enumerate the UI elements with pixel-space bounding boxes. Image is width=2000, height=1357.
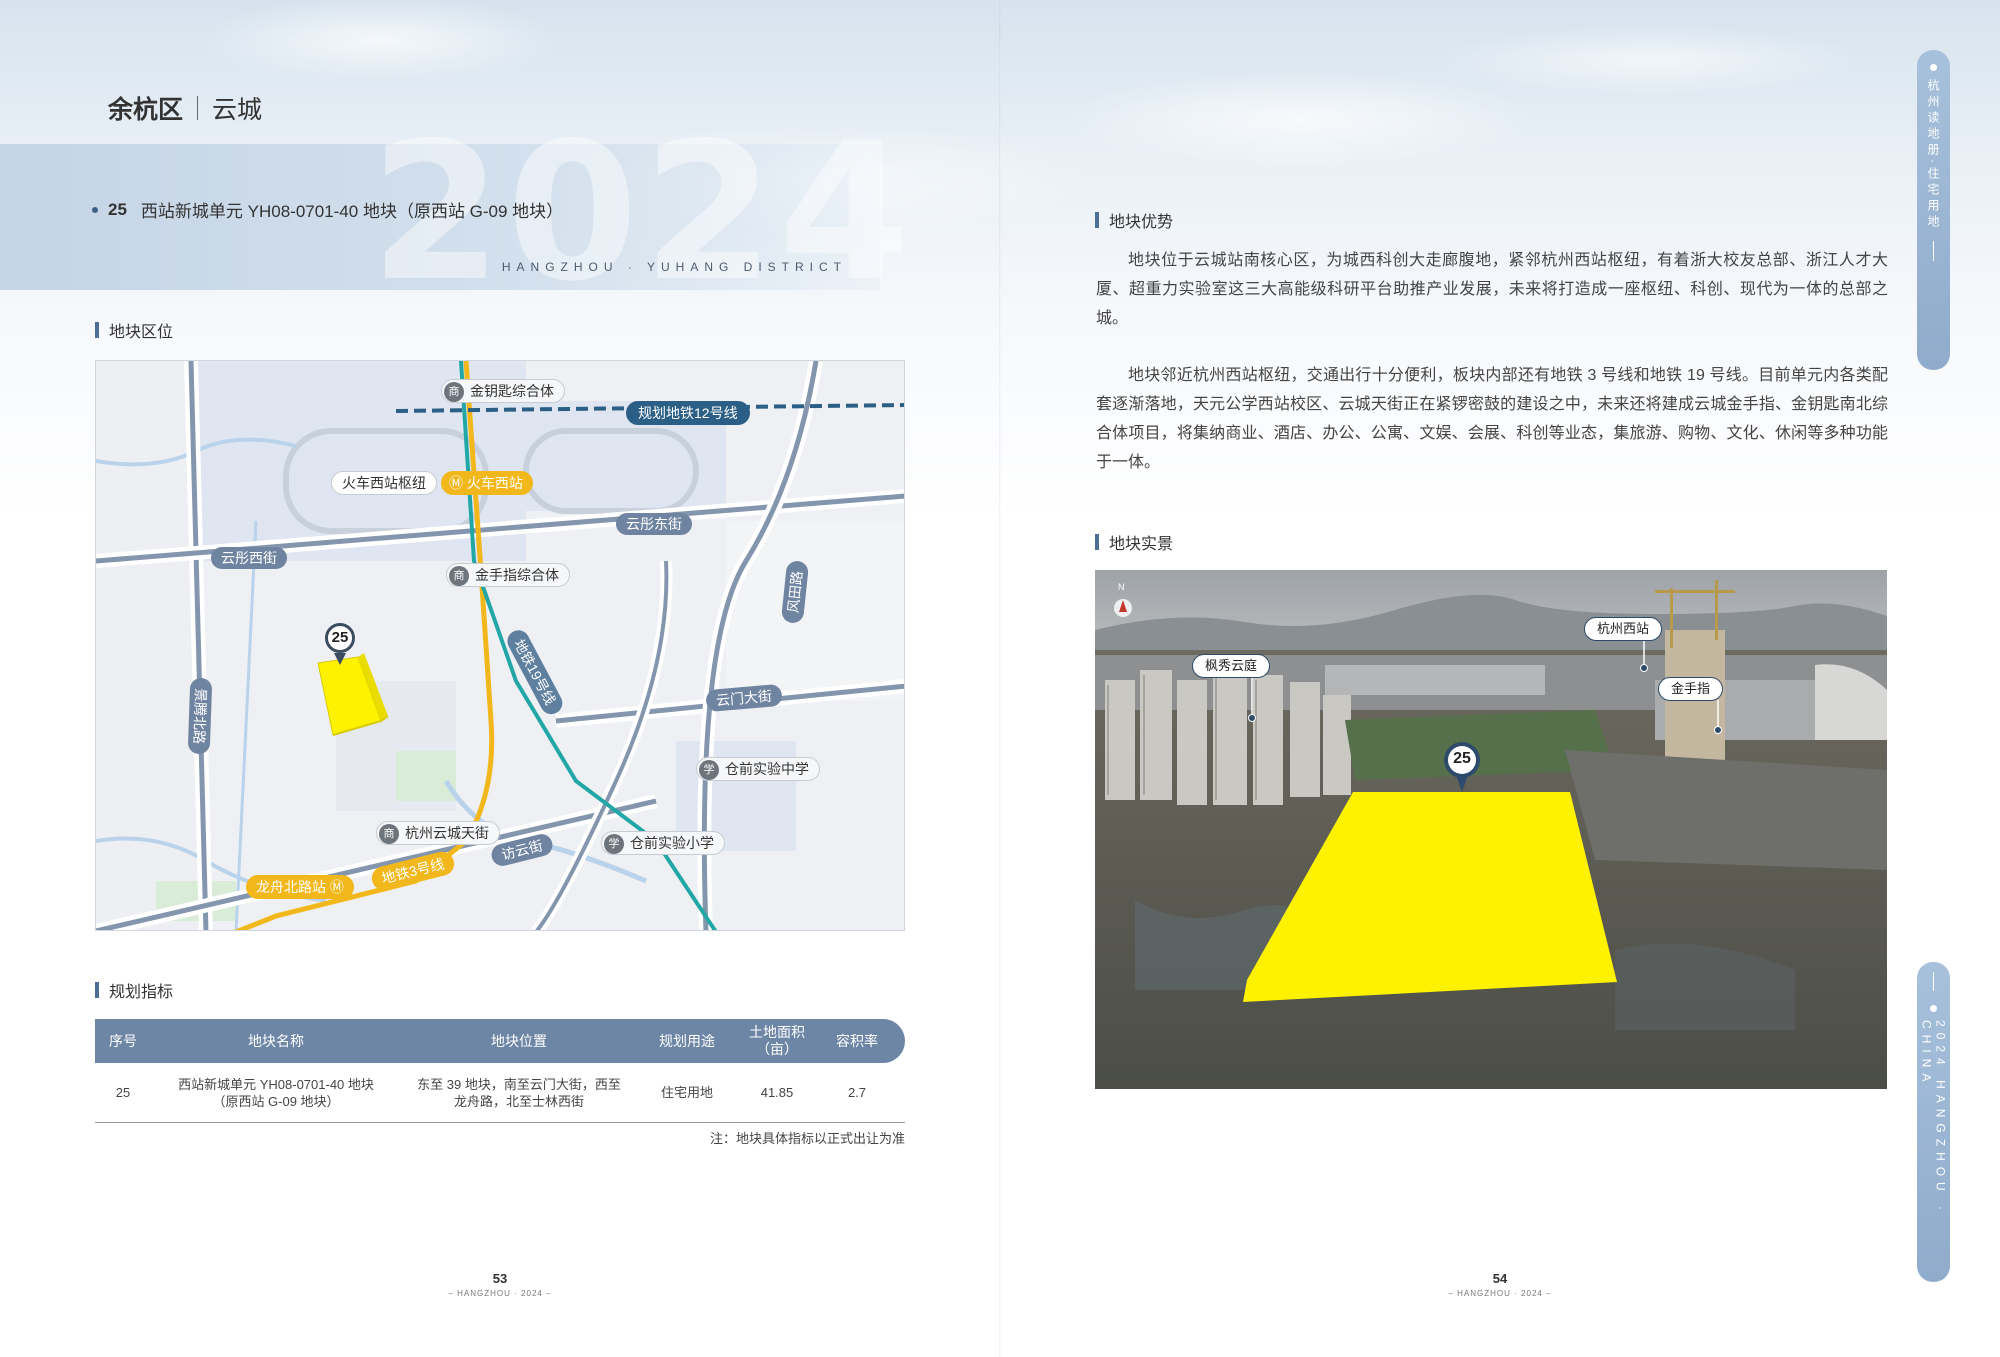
cell-location: 东至 39 地块，南至云门大街，西至 龙舟路，北至士林西街: [401, 1076, 637, 1110]
map-label-text: 杭州云城天街: [405, 825, 489, 841]
callout-fengxiu: 枫秀云庭: [1192, 654, 1271, 678]
col-header: 地块位置: [491, 1032, 547, 1049]
map-label-jinyaoshi: 商 金钥匙综合体: [441, 379, 565, 403]
map-label-yuntong-w: 云彤西街: [211, 547, 287, 569]
tab-line: [1933, 241, 1934, 261]
col-header: 土地面积 （亩）: [749, 1024, 805, 1057]
cell-area: 41.85: [760, 1085, 794, 1100]
callout-west-station: 杭州西站: [1584, 617, 1663, 641]
aerial-photo: N 枫秀云庭 杭州西站 金手指 25: [1095, 570, 1887, 1089]
col-header: 地块名称: [248, 1032, 304, 1049]
school-icon: 学: [604, 834, 624, 854]
cell-name: 西站新城单元 YH08-0701-40 地块 （原西站 G-09 地块）: [151, 1076, 401, 1110]
bullet-icon: [92, 206, 98, 213]
metro-icon: Ⓜ: [326, 879, 344, 895]
map-label-text: 仓前实验小学: [630, 835, 714, 851]
location-heading-text: 地块区位: [109, 324, 174, 341]
cell-name-line1: 西站新城单元 YH08-0701-40 地块: [178, 1076, 374, 1092]
map-label-text: 火车西站: [466, 475, 523, 491]
photo-heading: 地块实景: [1095, 530, 1173, 554]
district-name: 余杭区: [108, 96, 184, 124]
map-label-text: 金手指综合体: [475, 567, 559, 583]
cell-location-line1: 东至 39 地块，南至云门大街，西至: [417, 1076, 621, 1092]
col-header: 序号: [109, 1032, 137, 1049]
title-divider: [197, 96, 199, 120]
heading-bar: [1095, 534, 1099, 550]
col-header: 规划用途: [659, 1032, 715, 1049]
advantage-heading-text: 地块优势: [1109, 214, 1174, 231]
map-label-text: 龙舟北路站: [256, 879, 326, 895]
footnote: 注：地块具体指标以正式出让为准: [709, 1131, 905, 1146]
left-page: 2024 HANGZHOU · YUHANG DISTRICT 余杭区 云城 2…: [0, 0, 1000, 1357]
cell-name-line2: （原西站 G-09 地块）: [212, 1093, 340, 1109]
cell-no: 25: [115, 1085, 131, 1100]
heading-bar: [95, 982, 99, 998]
page-number: 53: [492, 1271, 508, 1286]
side-tab-bottom-text: 2024 HANGZHOU · CHINA: [1919, 1019, 1948, 1216]
advantage-paragraph-1: 地块位于云城站南核心区，为城西科创大走廊腹地，紧邻杭州西站枢纽，有着浙大校友总部…: [1096, 252, 1888, 327]
table-header: 序号 地块名称 地块位置 规划用途 土地面积 （亩） 容积率: [95, 1019, 905, 1063]
metro-icon: Ⓜ: [449, 475, 467, 491]
map-label-yuntong-e: 云彤东街: [616, 513, 692, 535]
right-page: 地块优势 地块位于云城站南核心区，为城西科创大走廊腹地，紧邻杭州西站枢纽，有着浙…: [1000, 0, 2000, 1357]
district-title: 余杭区 云城: [108, 90, 262, 126]
advantage-heading: 地块优势: [1095, 208, 1173, 232]
side-tab-bottom: 2024 HANGZHOU · CHINA: [1917, 962, 1950, 1282]
side-tab-top-text: 杭州读地册·住宅用地: [1926, 79, 1940, 231]
location-heading: 地块区位: [95, 318, 173, 342]
map-label-cangqian-mid: 学 仓前实验中学: [696, 757, 820, 781]
plot-marker: 25: [325, 623, 355, 653]
school-icon: 学: [699, 760, 719, 780]
north-label: N: [1118, 582, 1125, 592]
callout-jinshouzhi: 金手指: [1658, 677, 1724, 701]
indicators-heading: 规划指标: [95, 978, 173, 1002]
page-number: 54: [1492, 1271, 1508, 1286]
shop-icon: 商: [379, 824, 399, 844]
area-name: 云城: [212, 96, 263, 124]
photo-heading-text: 地块实景: [1109, 536, 1174, 553]
book-spine: [999, 0, 1001, 1357]
cell-use: 住宅用地: [660, 1085, 713, 1100]
map-label-station-west: Ⓜ 火车西站: [441, 471, 533, 495]
aerial-photo-image: [1095, 570, 1887, 1089]
heading-bar: [1095, 212, 1099, 228]
page-subtitle: – HANGZHOU · 2024 –: [448, 1289, 552, 1298]
cell-location-line2: 龙舟路，北至士林西街: [453, 1093, 584, 1109]
page-subtitle: – HANGZHOU · 2024 –: [1448, 1289, 1552, 1298]
cell-far: 2.7: [847, 1085, 867, 1100]
col-header: 容积率: [836, 1032, 878, 1049]
map-label-longzhou: 龙舟北路站 Ⓜ: [246, 875, 354, 899]
map-label-jingteng: 景腾北路: [187, 677, 213, 755]
heading-bar: [95, 322, 99, 338]
plot-title: 25 西站新城单元 YH08-0701-40 地块（原西站 G-09 地块）: [92, 197, 563, 222]
advantage-paragraph-2: 地块邻近杭州西站枢纽，交通出行十分便利，板块内部还有地铁 3 号线和地铁 19 …: [1096, 367, 1888, 471]
shop-icon: 商: [444, 382, 464, 402]
map-label-hub: 火车西站枢纽: [331, 471, 437, 495]
page-number-left: 53 – HANGZHOU · 2024 –: [400, 1271, 600, 1298]
banner-district: HANGZHOU · YUHANG DISTRICT: [501, 260, 847, 274]
indicators-table: 序号 地块名称 地块位置 规划用途 土地面积 （亩） 容积率 25 西站新城单元…: [95, 1019, 905, 1123]
tab-dot-icon: [1930, 1005, 1937, 1012]
map-label-jinshouzhi: 商 金手指综合体: [446, 563, 570, 587]
table-row: 25 西站新城单元 YH08-0701-40 地块 （原西站 G-09 地块） …: [95, 1063, 905, 1123]
map-label-cangqian-pri: 学 仓前实验小学: [601, 831, 725, 855]
page-number-right: 54 – HANGZHOU · 2024 –: [1400, 1271, 1600, 1298]
map-label-text: 仓前实验中学: [725, 761, 809, 777]
photo-marker: 25: [1453, 750, 1471, 767]
map-label-text: 金钥匙综合体: [470, 383, 554, 399]
plot-name: 西站新城单元 YH08-0701-40 地块（原西站 G-09 地块）: [140, 202, 564, 221]
shop-icon: 商: [449, 566, 469, 586]
location-map: 商 金钥匙综合体 规划地铁12号线 火车西站枢纽 Ⓜ 火车西站 云彤东街 云彤西…: [95, 360, 905, 931]
map-label-yuncheng-tianjie: 商 杭州云城天街: [376, 821, 500, 845]
plot-number: 25: [108, 199, 127, 219]
tab-dot-icon: [1930, 64, 1937, 71]
tab-line: [1933, 972, 1934, 992]
side-tab-top: 杭州读地册·住宅用地: [1917, 50, 1950, 370]
map-label-metro12: 规划地铁12号线: [626, 401, 750, 425]
indicators-heading-text: 规划指标: [109, 984, 174, 1001]
